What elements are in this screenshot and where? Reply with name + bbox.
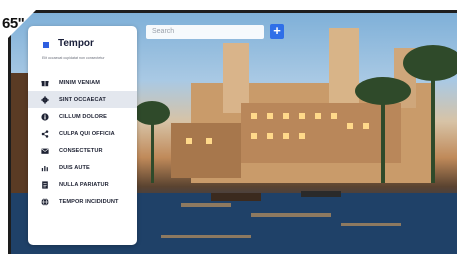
sidebar-item-label: NULLA PARIATUR	[59, 181, 109, 188]
sidebar-item-label: DUIS AUTE	[59, 164, 90, 171]
sidebar-item-nulla-pariatur[interactable]: NULLA PARIATUR	[28, 176, 137, 193]
sidebar-item-minim-veniam[interactable]: MINIM VENIAM	[28, 74, 137, 91]
sidebar-item-label: SINT OCCAECAT	[59, 96, 106, 103]
gift-icon	[41, 80, 49, 86]
sidebar-item-sint-occaecat[interactable]: SINT OCCAECAT	[28, 91, 137, 108]
sidebar-item-label: MINIM VENIAM	[59, 79, 100, 86]
sidebar-item-cillum-dolore[interactable]: CILLUM DOLORE	[28, 108, 137, 125]
search-input[interactable]: Search	[146, 25, 264, 39]
gear-icon	[41, 95, 49, 104]
sidebar: Tempor Elit occaecat cupidatat non conse…	[28, 26, 137, 245]
bar-chart-icon	[41, 165, 48, 171]
brand-subtitle: Elit occaecat cupidatat non consectetur	[42, 56, 105, 60]
add-button[interactable]: +	[270, 24, 284, 39]
screen-size-label: 65"	[2, 15, 25, 32]
globe-icon	[41, 197, 49, 206]
brand-logo-icon	[43, 42, 49, 48]
sidebar-item-culpa-qui-officia[interactable]: CULPA QUI OFFICIA	[28, 125, 137, 142]
mail-icon	[41, 148, 49, 154]
sidebar-item-consectetur[interactable]: CONSECTETUR	[28, 142, 137, 159]
sidebar-menu: MINIM VENIAM SINT OCCAECAT CILLUM DOLORE	[28, 74, 137, 210]
document-icon	[42, 180, 48, 189]
info-icon	[41, 112, 49, 121]
share-icon	[41, 129, 49, 138]
sidebar-item-label: CILLUM DOLORE	[59, 113, 107, 120]
sidebar-item-tempor-incididunt[interactable]: TEMPOR INCIDIDUNT	[28, 193, 137, 210]
sidebar-item-label: TEMPOR INCIDIDUNT	[59, 198, 119, 205]
sidebar-item-label: CONSECTETUR	[59, 147, 103, 154]
sidebar-item-duis-aute[interactable]: DUIS AUTE	[28, 159, 137, 176]
sidebar-item-label: CULPA QUI OFFICIA	[59, 130, 115, 137]
brand-title: Tempor	[58, 38, 94, 49]
